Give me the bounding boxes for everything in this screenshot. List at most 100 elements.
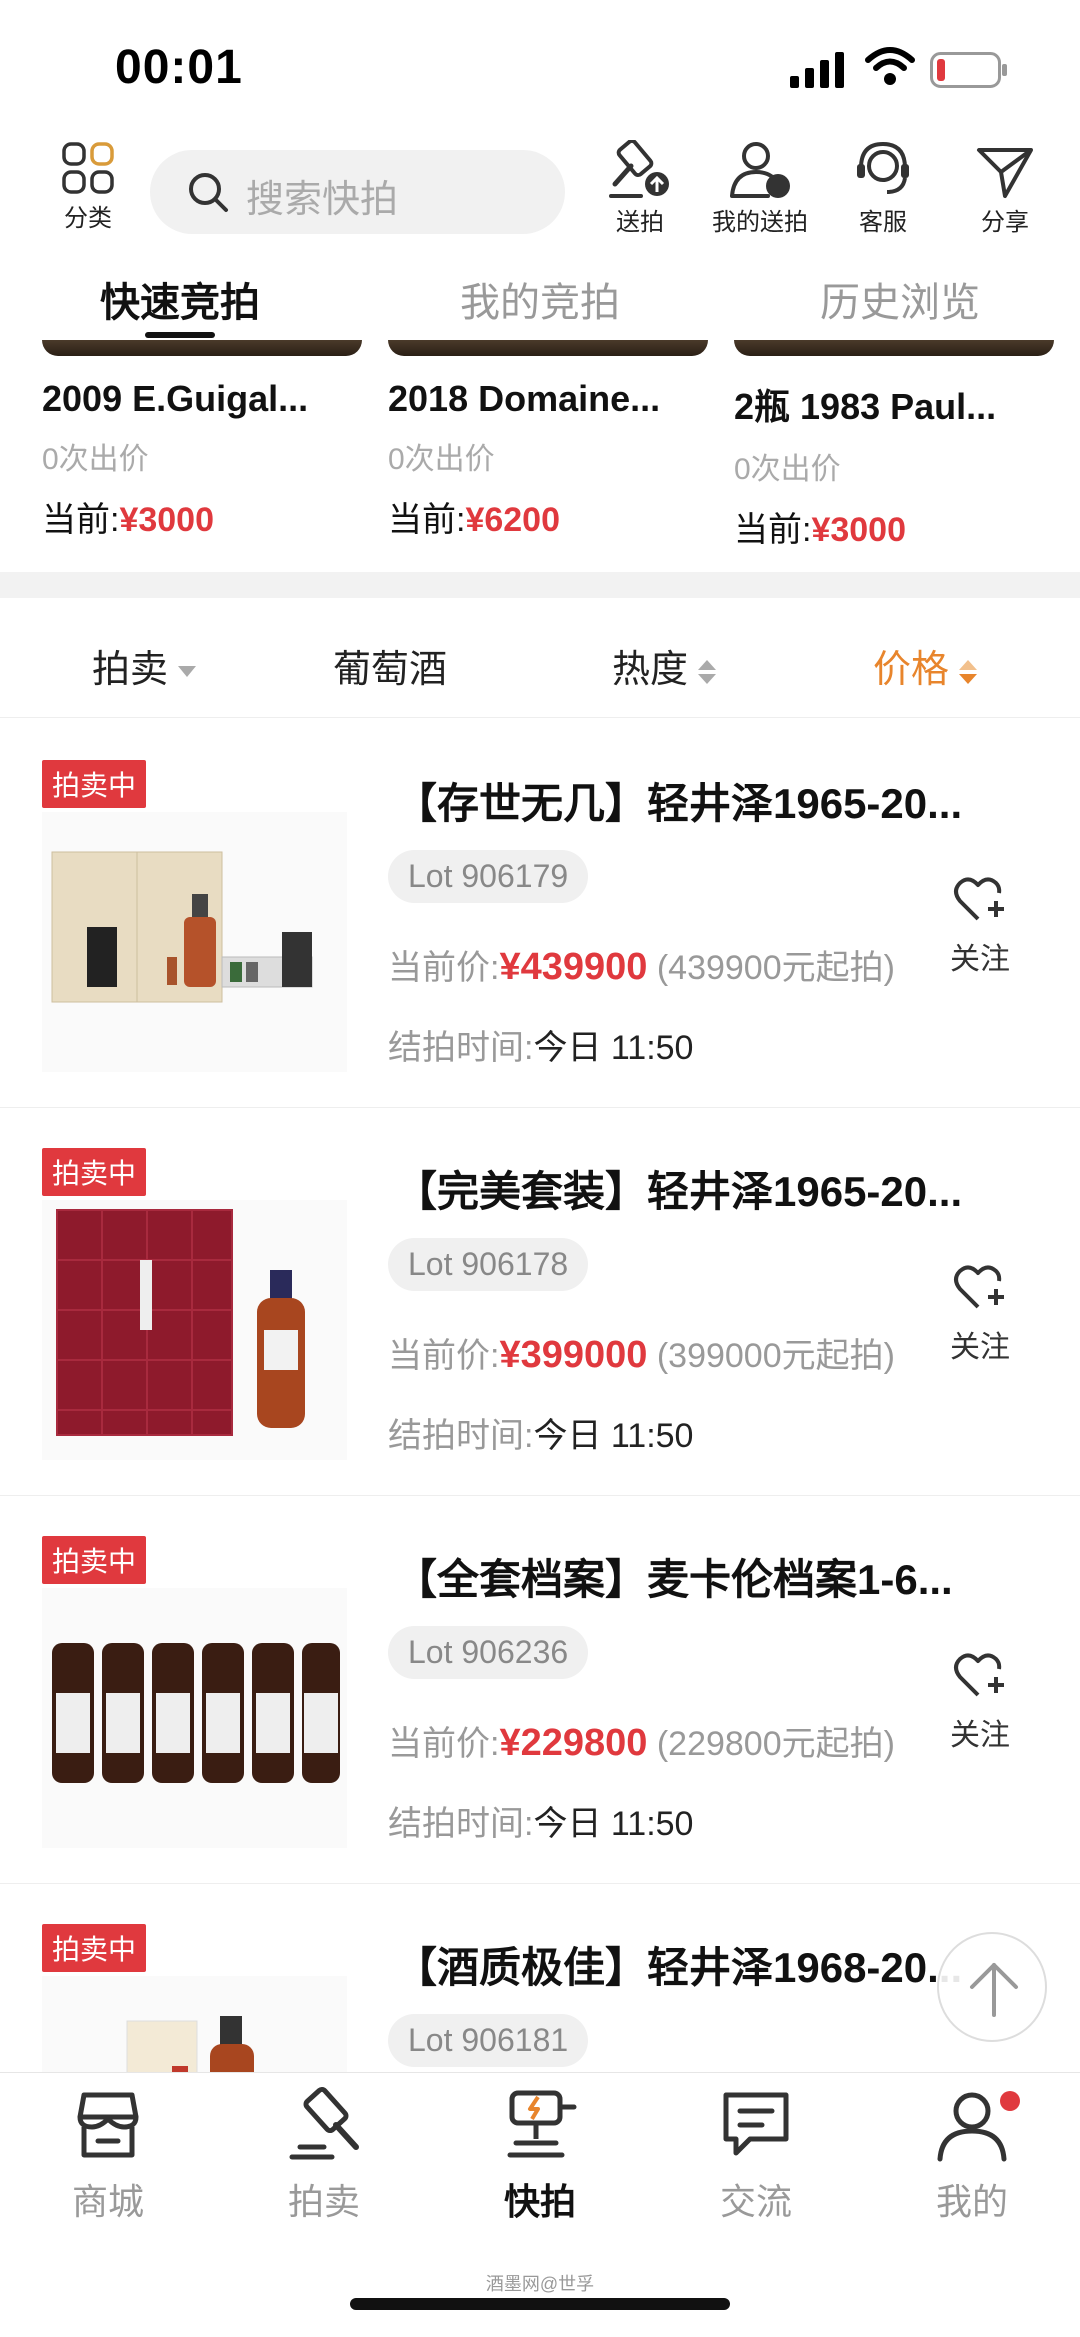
nav-label: 快拍 [503, 2181, 576, 2222]
status-badge: 拍卖中 [42, 760, 147, 808]
end-time: 结拍时间:今日 11:50 [388, 1408, 693, 1457]
price-value: ¥229800 [499, 1722, 648, 1764]
filter-label: 热度 [612, 649, 689, 691]
filter-label: 葡萄酒 [333, 649, 448, 691]
price-label: 当前: [42, 501, 120, 539]
signal-icon [790, 52, 844, 88]
end-time-value: 今日 11:50 [533, 1417, 694, 1455]
product-image [42, 812, 347, 1072]
quick-card-bids: 0次出价 [388, 443, 495, 476]
status-time: 00:01 [115, 41, 243, 94]
quick-card-title: 2瓶 1983 Paul... [734, 386, 997, 427]
nav-mine[interactable]: 我的 [892, 2087, 1052, 2225]
quick-auction-icon [507, 2090, 577, 2158]
nav-shop[interactable]: 商城 [28, 2087, 188, 2225]
my-send-button[interactable]: 我的送拍 [705, 140, 815, 250]
nav-quick-auction[interactable]: 快拍 [460, 2087, 620, 2225]
category-button[interactable]: 分类 [33, 140, 143, 250]
end-time-label: 结拍时间: [388, 1417, 534, 1455]
back-to-top-button[interactable] [937, 1932, 1047, 2042]
quick-card-price: 当前:¥6200 [388, 492, 708, 541]
quick-card-image [388, 340, 708, 356]
start-price-note: (229800元起拍) [656, 1725, 895, 1763]
nav-auction[interactable]: 拍卖 [244, 2087, 404, 2225]
product-image [42, 1588, 347, 1848]
service-button[interactable]: 客服 [828, 140, 938, 250]
current-price: 当前价:¥439900 (439900元起拍) [388, 940, 895, 989]
status-badge: 拍卖中 [42, 1536, 147, 1584]
my-send-label: 我的送拍 [712, 209, 808, 236]
quick-card[interactable]: 2瓶 1983 Paul... 0次出价 当前:¥3000 [734, 340, 1054, 551]
quick-card[interactable]: 2018 Domaine... 0次出价 当前:¥6200 [388, 340, 708, 541]
arrow-up-icon [970, 1963, 1018, 2017]
price-label: 当前价: [388, 1725, 500, 1763]
price-value: ¥439900 [499, 946, 648, 988]
tab-indicator [145, 332, 215, 338]
gavel-upload-icon [609, 140, 669, 198]
item-title: 【存世无几】轻井泽1965-20... [395, 780, 963, 827]
category-label: 分类 [64, 205, 112, 232]
share-button[interactable]: 分享 [950, 140, 1060, 250]
share-icon [977, 148, 1033, 198]
nav-label: 交流 [719, 2181, 792, 2222]
price-label: 当前: [734, 511, 812, 549]
follow-button[interactable]: 关注 [940, 1651, 1020, 1754]
current-price: 当前价:¥399000 (399000元起拍) [388, 1328, 895, 1377]
list-item[interactable]: 拍卖中 【完美套装】轻井泽1965-20... Lot 906178 当前价:¥… [0, 1108, 1080, 1496]
tab-quick-bid[interactable]: 快速竞拍 [0, 270, 360, 328]
price-label: 当前价: [388, 949, 500, 987]
end-time: 结拍时间:今日 11:50 [388, 1796, 693, 1845]
dropdown-arrow-icon [178, 666, 197, 678]
section-divider [0, 572, 1080, 598]
filter-auction[interactable]: 拍卖 [92, 638, 197, 693]
end-time: 结拍时间:今日 11:50 [388, 1020, 693, 1069]
search-icon [189, 173, 228, 212]
heart-plus-icon [954, 1653, 1004, 1697]
follow-label: 关注 [950, 943, 1010, 976]
service-label: 客服 [859, 209, 907, 236]
quick-card-image [42, 340, 362, 356]
filter-popularity[interactable]: 热度 [612, 638, 717, 693]
tab-history[interactable]: 历史浏览 [720, 270, 1080, 328]
quick-card-image [734, 340, 1054, 356]
shop-icon [77, 2092, 139, 2158]
sort-icon [698, 658, 717, 686]
quick-card-price: 当前:¥3000 [734, 502, 1054, 551]
end-time-value: 今日 11:50 [533, 1029, 694, 1067]
price-label: 当前: [388, 501, 466, 539]
lot-number: Lot 906178 [388, 1238, 589, 1291]
follow-button[interactable]: 关注 [940, 1263, 1020, 1366]
filter-wine[interactable]: 葡萄酒 [333, 638, 447, 693]
current-price: 当前价:¥229800 (229800元起拍) [388, 1716, 895, 1765]
list-item[interactable]: 拍卖中 【全套档案】麦卡伦档案1-6... Lot 906236 当前价:¥22… [0, 1496, 1080, 1884]
end-time-label: 结拍时间: [388, 1805, 534, 1843]
start-price-note: (439900元起拍) [656, 949, 895, 987]
send-auction-button[interactable]: 送拍 [585, 140, 695, 250]
quick-card-bids: 0次出价 [734, 453, 841, 486]
nav-label: 我的 [935, 2181, 1008, 2222]
tab-my-bids[interactable]: 我的竞拍 [360, 270, 720, 328]
search-input[interactable]: 搜索快拍 [150, 150, 565, 234]
category-icon [62, 142, 114, 194]
follow-label: 关注 [950, 1719, 1010, 1752]
price-value: ¥3000 [119, 501, 214, 539]
heart-plus-icon [954, 1265, 1004, 1309]
lot-number: Lot 906181 [388, 2014, 589, 2067]
quick-card-price: 当前:¥3000 [42, 492, 362, 541]
status-badge: 拍卖中 [42, 1148, 147, 1196]
item-title: 【全套档案】麦卡伦档案1-6... [395, 1556, 953, 1603]
lot-number: Lot 906236 [388, 1626, 589, 1679]
follow-button[interactable]: 关注 [940, 875, 1020, 978]
start-price-note: (399000元起拍) [656, 1337, 895, 1375]
quick-card-title: 2009 E.Guigal... [42, 378, 309, 419]
filter-price[interactable]: 价格 [873, 638, 978, 693]
quick-card[interactable]: 2009 E.Guigal... 0次出价 当前:¥3000 [42, 340, 362, 541]
tab-bar: 快速竞拍 我的竞拍 历史浏览 [0, 260, 1080, 340]
status-bar: 00:01 [0, 0, 1080, 140]
gavel-icon [289, 2087, 359, 2160]
nav-community[interactable]: 交流 [676, 2087, 836, 2225]
quick-auction-carousel: 2009 E.Guigal... 0次出价 当前:¥3000 2018 Doma… [0, 340, 1080, 570]
list-item[interactable]: 拍卖中 【存世无几】轻井泽1965-20... Lot 906179 当前价:¥… [0, 720, 1080, 1108]
filter-label: 价格 [873, 649, 950, 691]
top-bar: 分类 搜索快拍 送拍 我的送拍 客服 分享 [0, 140, 1080, 250]
